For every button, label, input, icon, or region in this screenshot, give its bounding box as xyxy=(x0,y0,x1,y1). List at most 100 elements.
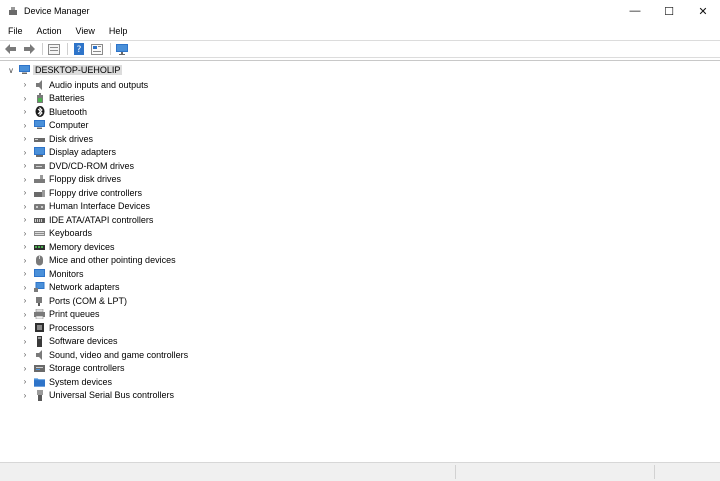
toolbar-separator xyxy=(67,43,68,55)
tree-node-disk-drives[interactable]: › Disk drives xyxy=(20,132,93,145)
expand-chevron-icon[interactable]: › xyxy=(20,242,30,252)
tree-node-label: Computer xyxy=(49,120,89,130)
tree-node-label: System devices xyxy=(49,376,113,387)
expand-chevron-icon[interactable]: › xyxy=(20,350,30,360)
expand-chevron-icon[interactable]: › xyxy=(20,363,30,373)
device-tree: ∨ DESKTOP-UEHOLIP › Audio inputs and out… xyxy=(0,60,720,461)
expand-chevron-icon[interactable]: › xyxy=(20,215,30,225)
close-button[interactable]: ✕ xyxy=(686,0,720,22)
sound-icon xyxy=(34,349,45,360)
expand-chevron-icon[interactable]: › xyxy=(20,147,30,157)
status-bar xyxy=(0,462,720,481)
tree-node-mice[interactable]: › Mice and other pointing devices xyxy=(20,254,176,267)
tree-node-network[interactable]: › Network adapters xyxy=(20,281,120,294)
expand-chevron-icon[interactable]: › xyxy=(20,309,30,319)
memory-icon xyxy=(34,241,45,252)
tree-node-label: Sound, video and game controllers xyxy=(49,349,189,360)
expand-chevron-icon[interactable]: › xyxy=(20,296,30,306)
computer-name: DESKTOP-UEHOLIP xyxy=(33,65,123,75)
dvd-drive-icon xyxy=(34,160,45,171)
tree-node-print-queues[interactable]: › Print queues xyxy=(20,308,100,321)
ide-controller-icon xyxy=(34,214,45,225)
minimize-button[interactable]: — xyxy=(618,0,652,22)
tree-node-label: Keyboards xyxy=(49,228,93,238)
tree-node-floppy-disk[interactable]: › Floppy disk drives xyxy=(20,173,121,186)
expand-chevron-icon[interactable]: › xyxy=(20,228,30,238)
tree-node-software-devices[interactable]: › Software devices xyxy=(20,335,118,348)
expand-chevron-icon[interactable]: › xyxy=(20,174,30,184)
maximize-button[interactable]: ☐ xyxy=(652,0,686,22)
scan-monitor-icon[interactable] xyxy=(115,42,129,56)
printer-icon xyxy=(34,309,45,320)
tree-root[interactable]: ∨ DESKTOP-UEHOLIP xyxy=(6,64,123,76)
tree-node-label: Monitors xyxy=(49,268,84,279)
collapse-chevron-icon[interactable]: ∨ xyxy=(6,65,16,75)
expand-chevron-icon[interactable]: › xyxy=(20,201,30,211)
expand-chevron-icon[interactable]: › xyxy=(20,255,30,265)
software-device-icon xyxy=(34,335,45,347)
port-icon xyxy=(34,295,45,306)
tree-node-storage[interactable]: › Storage controllers xyxy=(20,362,125,375)
back-arrow-icon[interactable] xyxy=(4,42,18,56)
tree-node-bluetooth[interactable]: › Bluetooth xyxy=(20,105,87,118)
menu-help[interactable]: Help xyxy=(101,26,134,36)
tree-node-audio[interactable]: › Audio inputs and outputs xyxy=(20,78,148,91)
expand-chevron-icon[interactable]: › xyxy=(20,336,30,346)
toolbar-separator xyxy=(42,43,43,55)
tree-node-label: Audio inputs and outputs xyxy=(49,79,149,90)
expand-chevron-icon[interactable]: › xyxy=(20,269,30,279)
expand-chevron-icon[interactable]: › xyxy=(20,323,30,333)
device-manager-icon xyxy=(8,6,18,16)
tree-node-label: Mice and other pointing devices xyxy=(49,255,176,265)
tree-node-hid[interactable]: › Human Interface Devices xyxy=(20,200,150,213)
tree-node-display-adapters[interactable]: › Display adapters xyxy=(20,146,116,159)
tree-node-ide-controllers[interactable]: › IDE ATA/ATAPI controllers xyxy=(20,213,154,226)
menu-file[interactable]: File xyxy=(0,26,29,36)
mouse-icon xyxy=(34,255,45,266)
bluetooth-icon xyxy=(34,106,45,117)
network-icon xyxy=(34,282,45,293)
tree-node-monitors[interactable]: › Monitors xyxy=(20,267,84,280)
floppy-controller-icon xyxy=(34,187,45,198)
expand-chevron-icon[interactable]: › xyxy=(20,161,30,171)
tree-node-dvd-drives[interactable]: › DVD/CD-ROM drives xyxy=(20,159,134,172)
menu-action[interactable]: Action xyxy=(29,26,68,36)
tree-node-label: Storage controllers xyxy=(49,363,125,373)
status-divider xyxy=(654,465,655,479)
expand-chevron-icon[interactable]: › xyxy=(20,107,30,117)
properties-icon[interactable] xyxy=(47,42,61,56)
expand-chevron-icon[interactable]: › xyxy=(20,377,30,387)
tree-node-system-devices[interactable]: › System devices xyxy=(20,375,112,388)
menu-view[interactable]: View xyxy=(68,26,101,36)
tree-node-label: Disk drives xyxy=(49,133,94,144)
tree-node-label: Human Interface Devices xyxy=(49,201,151,211)
tree-node-computer[interactable]: › Computer xyxy=(20,119,89,132)
expand-chevron-icon[interactable]: › xyxy=(20,188,30,198)
expand-chevron-icon[interactable]: › xyxy=(20,120,30,130)
tree-node-processors[interactable]: › Processors xyxy=(20,321,94,334)
update-driver-icon[interactable] xyxy=(90,42,104,56)
expand-chevron-icon[interactable]: › xyxy=(20,134,30,144)
tree-node-sound[interactable]: › Sound, video and game controllers xyxy=(20,348,188,361)
expand-chevron-icon[interactable]: › xyxy=(20,80,30,90)
expand-chevron-icon[interactable]: › xyxy=(20,390,30,400)
tree-node-label: Bluetooth xyxy=(49,106,88,117)
tree-node-keyboards[interactable]: › Keyboards xyxy=(20,227,92,240)
help-icon[interactable]: ? xyxy=(72,42,86,56)
tree-node-label: Processors xyxy=(49,322,95,333)
expand-chevron-icon[interactable]: › xyxy=(20,93,30,103)
tree-node-memory[interactable]: › Memory devices xyxy=(20,240,115,253)
usb-icon xyxy=(34,389,45,401)
tree-node-batteries[interactable]: › Batteries xyxy=(20,92,85,105)
tree-node-usb[interactable]: › Universal Serial Bus controllers xyxy=(20,389,174,402)
toolbar: ? xyxy=(0,40,720,58)
battery-icon xyxy=(34,93,45,104)
tree-node-label: Print queues xyxy=(49,309,100,319)
tree-node-ports[interactable]: › Ports (COM & LPT) xyxy=(20,294,127,307)
expand-chevron-icon[interactable]: › xyxy=(20,282,30,292)
tree-node-floppy-controllers[interactable]: › Floppy drive controllers xyxy=(20,186,142,199)
forward-arrow-icon[interactable] xyxy=(22,42,36,56)
tree-node-label: Memory devices xyxy=(49,241,115,252)
system-folder-icon xyxy=(34,376,45,387)
tree-node-label: Display adapters xyxy=(49,147,117,157)
